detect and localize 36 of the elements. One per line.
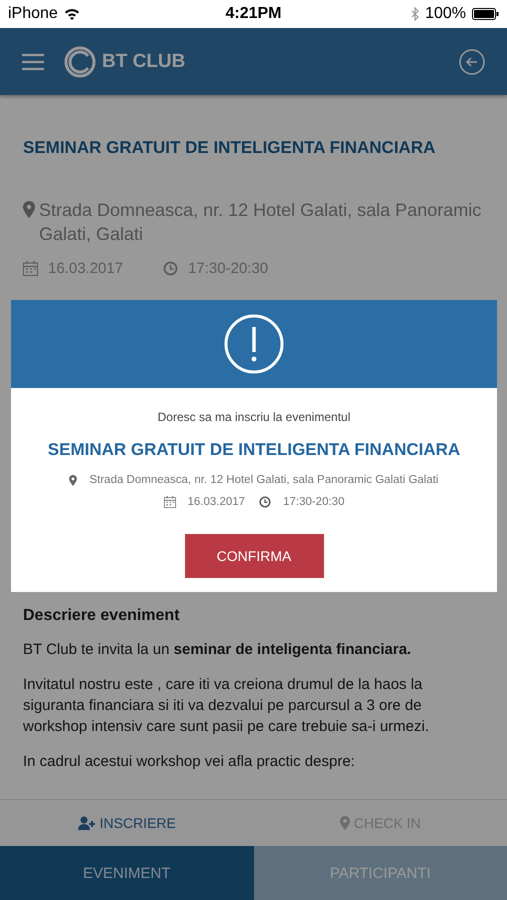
wifi-icon	[64, 8, 80, 20]
tab[interactable]: EVENIMENT	[0, 846, 254, 900]
battery-icon	[472, 8, 499, 20]
clock-time: 4:21PM	[225, 5, 282, 23]
clock-icon	[259, 496, 272, 508]
location-pin-icon	[340, 816, 350, 830]
confirm-button[interactable]: CONFIRMA	[184, 534, 324, 578]
description-paragraph: BT Club te invita la un seminar de inteligenta financiara.	[23, 640, 412, 660]
dialog-address: Strada Domneasca, nr. 12 Hotel Galati, sala Panoramic Galati Galati	[89, 474, 438, 486]
menu-icon[interactable]	[22, 52, 44, 70]
logo-text: BT CLUB	[102, 50, 186, 72]
location-pin-icon	[69, 474, 78, 486]
event-time: 17:30-20:30	[188, 260, 268, 277]
dialog-prompt: Doresc sa ma inscriu la evenimentul	[158, 410, 350, 424]
calendar-icon	[23, 261, 38, 276]
description-paragraph: In cadrul acestui workshop vei afla practic despre:	[23, 752, 356, 772]
clock-icon	[163, 261, 178, 276]
add-user-icon	[78, 816, 96, 830]
battery-percent: 100%	[425, 5, 466, 23]
bluetooth-icon	[411, 7, 420, 21]
event-title: SEMINAR GRATUIT DE INTELIGENTA FINANCIARA	[23, 138, 436, 158]
register-button[interactable]: INSCRIERE	[0, 800, 254, 846]
location-pin-icon	[23, 201, 35, 218]
dialog-date: 16.03.2017	[188, 496, 246, 508]
back-icon[interactable]	[459, 48, 485, 74]
tab[interactable]: PARTICIPANTI	[254, 846, 507, 900]
alert-icon	[224, 314, 284, 374]
calendar-icon	[164, 496, 176, 508]
event-address: Strada Domneasca, nr. 12 Hotel Galati, sala Panoramic Galati, Galati	[39, 199, 482, 246]
dialog-title: SEMINAR GRATUIT DE INTELIGENTA FINANCIARA	[48, 440, 460, 460]
carrier-name: iPhone	[8, 5, 58, 23]
dialog-time: 17:30-20:30	[283, 496, 344, 508]
event-date: 16.03.2017	[48, 260, 124, 277]
description-paragraph: Invitatul nostru este , care iti va creiona drumul de la haos la siguranta financiara si iti va dezvalui pe parcursul a 3 ore de workshop intensiv care sunt pasii pe care trebuie sa-i urmezi.	[23, 675, 430, 737]
description-heading: Descriere eveniment	[23, 607, 181, 625]
logo-icon	[64, 46, 96, 78]
